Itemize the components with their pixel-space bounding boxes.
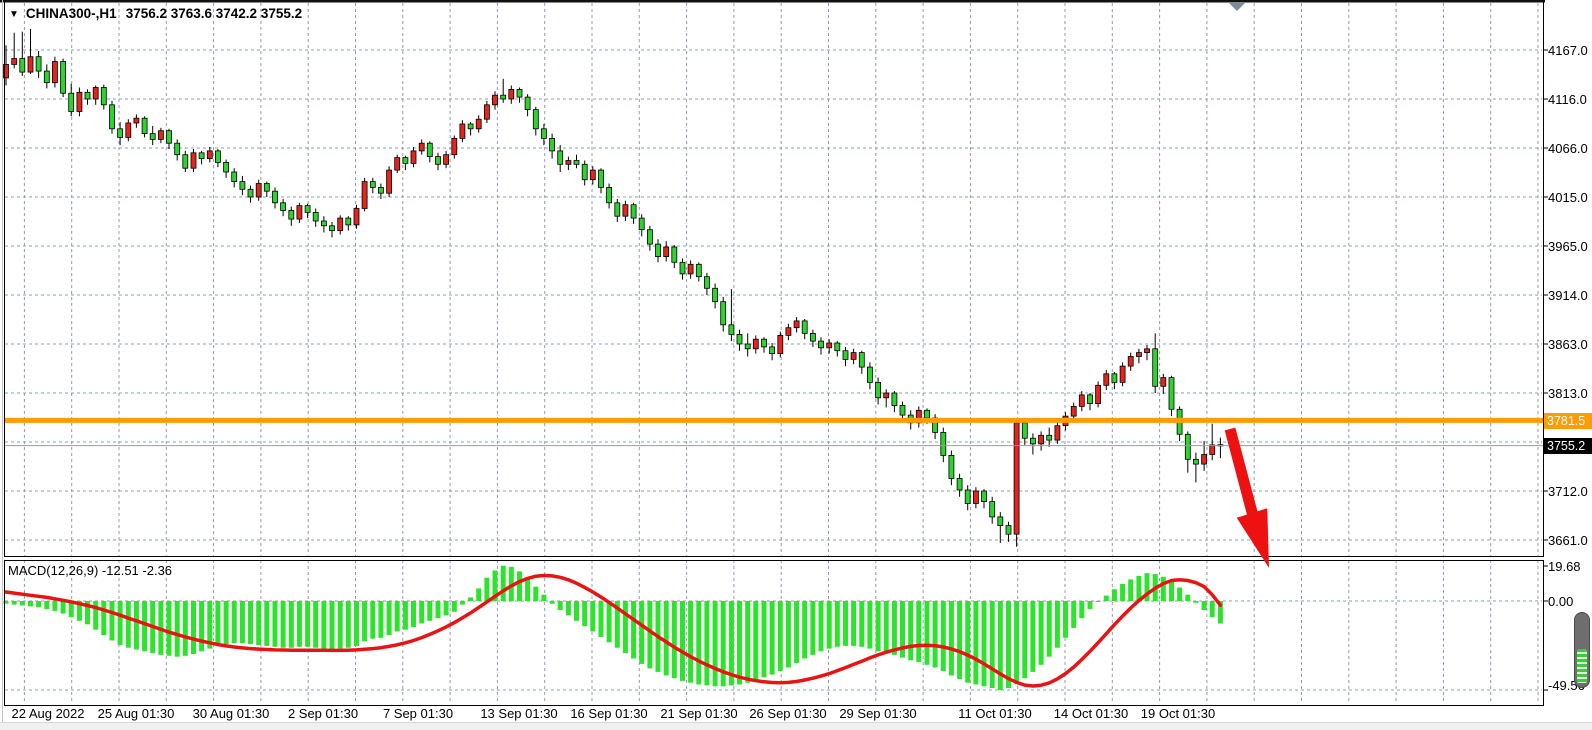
window-footer-strip <box>0 722 1592 730</box>
price-tick-label: 3863.0 <box>1548 337 1588 352</box>
scrollbar-thumb[interactable] <box>1574 612 1590 688</box>
macd-histogram <box>4 566 1223 690</box>
time-tick-label: 14 Oct 01:30 <box>1054 706 1128 721</box>
hline-price-badge: 3781.5 <box>1544 413 1592 429</box>
time-tick-label: 30 Aug 01:30 <box>193 706 270 721</box>
expand-arrow-icon[interactable]: ▼ <box>9 9 19 20</box>
macd-indicator-label: MACD(12,26,9) -12.51 -2.36 <box>8 563 172 578</box>
window-left-edge <box>2 0 3 722</box>
bid-price-badge: 3755.2 <box>1544 438 1592 454</box>
grid-horizontal <box>5 50 1542 690</box>
price-tick-label: 3661.0 <box>1548 533 1588 548</box>
price-tick-label: 4116.0 <box>1548 92 1587 107</box>
price-tick-label: 3965.0 <box>1548 239 1588 254</box>
ohlc-values: 3756.2 3763.6 3742.2 3755.2 <box>126 6 302 21</box>
price-tick-label: 3914.0 <box>1548 288 1588 303</box>
scrollbar-stripes <box>1577 649 1587 683</box>
macd-tick-label: 19.68 <box>1548 559 1581 574</box>
time-tick-label: 13 Sep 01:30 <box>480 706 557 721</box>
chart-canvas[interactable] <box>0 0 1592 730</box>
symbol-ohlc-label: ▼ CHINA300-,H1 3756.2 3763.6 3742.2 3755.2 <box>9 6 302 21</box>
price-tick-label: 3712.0 <box>1548 484 1588 499</box>
time-tick-label: 11 Oct 01:30 <box>958 706 1031 721</box>
time-tick-label: 26 Sep 01:30 <box>749 706 826 721</box>
down-arrow-annotation[interactable] <box>1230 429 1269 568</box>
time-tick-label: 22 Aug 2022 <box>11 706 84 721</box>
chart-shift-marker[interactable] <box>1229 3 1245 11</box>
symbol-name: CHINA300-,H1 <box>26 6 117 21</box>
macd-signal-line <box>6 576 1220 687</box>
time-tick-label: 21 Sep 01:30 <box>660 706 737 721</box>
price-tick-label: 4167.0 <box>1548 43 1588 58</box>
mt4-chart-window: ▼ CHINA300-,H1 3756.2 3763.6 3742.2 3755.2… <box>0 0 1592 730</box>
price-tick-label: 4066.0 <box>1548 141 1588 156</box>
macd-tick-label: 0.00 <box>1548 594 1573 609</box>
time-tick-label: 2 Sep 01:30 <box>288 706 358 721</box>
time-tick-label: 19 Oct 01:30 <box>1141 706 1215 721</box>
time-tick-label: 16 Sep 01:30 <box>570 706 647 721</box>
price-tick-label: 3813.0 <box>1548 386 1588 401</box>
time-tick-label: 7 Sep 01:30 <box>383 706 453 721</box>
price-tick-label: 4015.0 <box>1548 190 1588 205</box>
time-tick-label: 25 Aug 01:30 <box>98 706 175 721</box>
candlestick-series <box>4 29 1223 547</box>
time-tick-label: 29 Sep 01:30 <box>839 706 916 721</box>
